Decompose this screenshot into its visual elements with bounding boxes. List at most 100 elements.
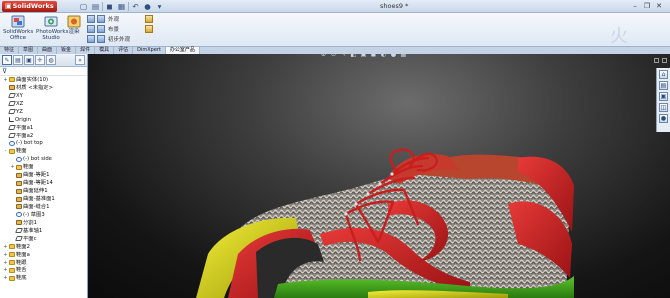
tree-node[interactable]: 曲面延伸1 [0,187,87,195]
tree-node[interactable]: 曲面-等距14 [0,179,87,187]
tree-node[interactable]: + 曲面实体(10) [0,76,87,84]
tree-node-label: 鞋底 [16,275,27,282]
quick-access-toolbar: ▢ ▤ ◼ ▦ ↶ ● ▾ [78,1,165,12]
tree-node[interactable]: + 鞋跟 [0,259,87,267]
tab-features[interactable]: 特征 [0,47,20,54]
design-library-icon[interactable]: ▤ [659,81,668,90]
decal-icon[interactable] [87,35,95,43]
expand-icon[interactable]: + [3,274,8,282]
eyelet [378,182,382,186]
tab-sketch[interactable]: 草图 [19,47,39,54]
feat-icon [16,180,22,186]
tree-node[interactable]: 曲面-基准面1 [0,195,87,203]
decal-edit-icon[interactable] [97,35,105,43]
tree-node[interactable]: 分割1 [0,219,87,227]
part-icon [16,164,22,170]
scene-menu[interactable]: 布景 [108,25,130,35]
tree-node[interactable]: 平面a2 [0,132,87,140]
feature-tree-tab-icon[interactable]: ✎ [2,55,12,65]
shoe-model [196,148,574,298]
solidworks-window: ▣SolidWorks ▢ ▤ ◼ ▦ ↶ ● ▾ shoes9 * – ❐ ✕… [0,0,670,298]
tree-node[interactable]: 材质 <未指定> [0,84,87,92]
tab-office-products[interactable]: 办公室产品 [165,47,200,54]
configuration-tab-icon[interactable]: ▣ [24,55,34,65]
tree-node[interactable]: (-) bot side [0,155,87,163]
tree-node[interactable]: 平面a1 [0,124,87,132]
solidworks-office-button[interactable]: SolidWorks Office [3,15,33,41]
tree-node[interactable]: 基准轴1 [0,227,87,235]
scene-icon[interactable] [87,25,95,33]
tab-dimxpert[interactable]: DimXpert [133,47,166,54]
appearance-edit-icon[interactable] [97,15,105,23]
display-manager-tab-icon[interactable]: ◍ [46,55,56,65]
tab-sheet-metal[interactable]: 钣金 [57,47,77,54]
collapse-icon[interactable]: - [3,147,8,155]
folder-icon [9,267,15,273]
tab-evaluate[interactable]: 评估 [114,47,134,54]
extra-icons [145,15,153,35]
tree-node[interactable]: XY [0,92,87,100]
options-icon[interactable] [145,15,153,23]
resources-icon[interactable]: ⌂ [659,70,668,79]
plane-icon [8,125,16,131]
tree-node[interactable]: 曲面-等距1 [0,171,87,179]
file-explorer-icon[interactable]: ▣ [659,92,668,101]
photoworks-studio-button[interactable]: PhotoWorks Studio [36,15,68,41]
scene-edit-icon[interactable] [97,25,105,33]
tree-node[interactable]: + 鞋面 [0,163,87,171]
options-icon[interactable]: ▾ [154,1,165,12]
tree-node-label: (-) 草图3 [23,211,45,218]
eyelet [390,172,394,176]
tab-mold-tools[interactable]: 模具 [95,47,115,54]
more-tabs-icon[interactable]: » [75,55,85,65]
undo-icon[interactable]: ↶ [130,1,141,12]
tree-node[interactable]: XZ [0,100,87,108]
feat-icon [16,172,22,178]
tree-node-label: (-) bot side [23,156,52,163]
close-icon[interactable]: ✕ [654,1,664,11]
open-icon[interactable]: ▤ [90,1,101,12]
tab-surfaces[interactable]: 曲面 [38,47,58,54]
tree-node[interactable]: + 鞋面a [0,251,87,259]
tree-node[interactable]: 平面c [0,235,87,243]
tree-node-label: 材质 <未指定> [16,84,54,91]
tree-node[interactable]: (-) 草图3 [0,211,87,219]
graphics-area[interactable]: ⊕ ⊙ ↖ ◧ ▣ ◼ ◐ ● ▦ [88,54,670,298]
print-icon[interactable]: ▦ [116,1,127,12]
tree-node[interactable]: Origin [0,116,87,124]
tree-node[interactable]: - 鞋面 [0,147,87,155]
restore-icon[interactable]: ❐ [642,1,652,11]
tree-node[interactable]: + 鞋底 [0,274,87,282]
preview-menu[interactable]: 初步外观 [108,35,130,45]
tree-node[interactable]: YZ [0,108,87,116]
filter-icon[interactable]: ⊽ [0,67,87,76]
expand-icon[interactable]: + [3,266,8,274]
solidworks-logo[interactable]: ▣SolidWorks [2,1,57,12]
feat-icon [16,188,22,194]
new-icon[interactable]: ▢ [78,1,89,12]
tree-node-label: 曲面实体(10) [16,76,49,83]
expand-icon[interactable]: + [3,243,8,251]
minimize-icon[interactable]: – [630,1,640,11]
tree-node[interactable]: (-) bot top [0,140,87,148]
expand-icon[interactable]: + [10,163,15,171]
plane-icon [8,133,16,139]
appearances-icon[interactable]: ● [659,114,668,123]
appearance-icon[interactable] [87,15,95,23]
render-button[interactable]: 渲染 [64,15,84,35]
expand-icon[interactable]: + [3,251,8,259]
dimxpert-tab-icon[interactable]: ✛ [35,55,45,65]
lights-icon[interactable] [145,25,153,33]
tab-weldments[interactable]: 焊件 [76,47,96,54]
tree-node[interactable]: + 鞋舌 [0,267,87,275]
rebuild-icon[interactable]: ● [142,1,153,12]
expand-icon[interactable]: + [3,259,8,267]
property-manager-tab-icon[interactable]: ▤ [13,55,23,65]
tree-node[interactable]: 曲面-缝合1 [0,203,87,211]
tree-node[interactable]: + 鞋面2 [0,243,87,251]
appearance-menu[interactable]: 外观 [108,15,130,25]
render-icon [67,15,81,28]
save-icon[interactable]: ◼ [104,1,115,12]
view-palette-icon[interactable]: ◫ [659,103,668,112]
expand-icon[interactable]: + [3,76,8,84]
